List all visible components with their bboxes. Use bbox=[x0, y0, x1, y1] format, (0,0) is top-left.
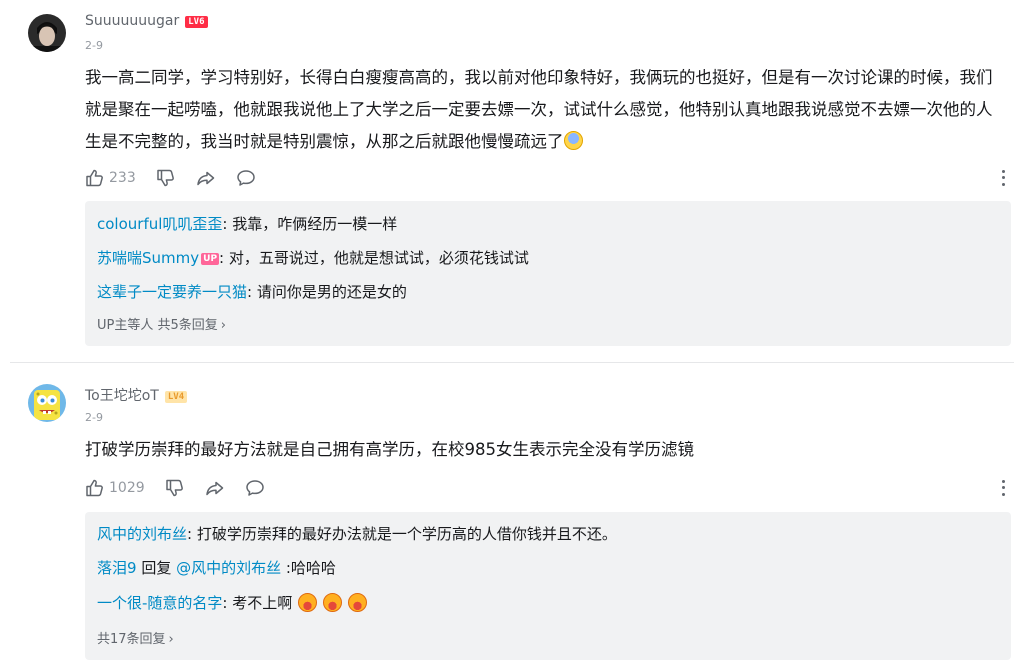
username[interactable]: To王坨坨oT LV4 bbox=[85, 385, 188, 405]
comment-actions: 233 bbox=[85, 166, 276, 190]
share-icon bbox=[205, 481, 223, 496]
comment-actions: 1029 bbox=[85, 476, 285, 500]
like-count: 1029 bbox=[109, 480, 145, 496]
reply-username[interactable]: 一个很-随意的名字 bbox=[97, 594, 222, 612]
reply-text: : 考不上啊 bbox=[222, 594, 293, 612]
comment-content: 我一高二同学，学习特别好，长得白白瘦瘦高高的，我以前对他印象特好，我俩玩的也挺好… bbox=[85, 62, 1005, 158]
comment-date: 2-9 bbox=[85, 411, 103, 424]
avatar[interactable] bbox=[28, 14, 66, 52]
like-button[interactable]: 1029 bbox=[85, 478, 145, 498]
like-count: 233 bbox=[109, 170, 136, 186]
avatar-image bbox=[28, 14, 66, 52]
reply-list: colourful叽叽歪歪: 我靠，咋俩经历一模一样 苏喘喘Summy UP: 对… bbox=[85, 201, 1011, 346]
reply-item: colourful叽叽歪歪: 我靠，咋俩经历一模一样 bbox=[97, 214, 397, 234]
avatar-image bbox=[28, 384, 66, 422]
reply-username[interactable]: colourful叽叽歪歪 bbox=[97, 215, 222, 233]
dislike-button[interactable] bbox=[156, 168, 176, 188]
more-replies-prefix: UP主等人 bbox=[97, 318, 154, 333]
avatar[interactable] bbox=[28, 384, 66, 422]
reply-text: : 我靠，咋俩经历一模一样 bbox=[222, 215, 398, 233]
reply-username[interactable]: 苏喘喘Summy bbox=[97, 249, 199, 267]
reply-button[interactable] bbox=[245, 478, 265, 498]
reply-text: : 对，五哥说过，他就是想试试，必须花钱试试 bbox=[219, 249, 529, 267]
more-replies-count: 共17条回复 bbox=[97, 632, 166, 647]
comment-text: 我一高二同学，学习特别好，长得白白瘦瘦高高的，我以前对他印象特好，我俩玩的也挺好… bbox=[85, 68, 993, 151]
more-icon[interactable] bbox=[1000, 478, 1006, 498]
more-icon[interactable] bbox=[1000, 168, 1006, 188]
thumbs-down-icon bbox=[165, 479, 183, 497]
comment-content: 打破学历崇拜的最好方法就是自己拥有高学历，在校985女生表示完全没有学历滤镜 bbox=[85, 434, 1005, 466]
level-badge: LV4 bbox=[164, 391, 188, 403]
comment-item: To王坨坨oT LV4 2-9 打破学历崇拜的最好方法就是自己拥有高学历，在校98… bbox=[0, 366, 1024, 670]
reply-username[interactable]: 这辈子一定要养一只猫 bbox=[97, 283, 247, 301]
fearful-emoji-icon bbox=[563, 131, 583, 150]
username-text[interactable]: To王坨坨oT bbox=[85, 388, 159, 404]
share-icon bbox=[196, 171, 214, 186]
reply-item: 风中的刘布丝: 打破学历崇拜的最好办法就是一个学历高的人借你钱并且不还。 bbox=[97, 524, 617, 544]
reply-item: 落泪9 回复 @风中的刘布丝 :哈哈哈 bbox=[97, 558, 336, 578]
view-more-replies[interactable]: UP主等人 共5条回复 › bbox=[97, 314, 226, 333]
reply-text: :哈哈哈 bbox=[281, 559, 336, 577]
like-button[interactable]: 233 bbox=[85, 168, 136, 188]
thumbs-up-icon bbox=[86, 479, 103, 497]
thumbs-down-icon bbox=[156, 169, 174, 187]
comment-date: 2-9 bbox=[85, 39, 103, 52]
comment-text: 打破学历崇拜的最好方法就是自己拥有高学历，在校985女生表示完全没有学历滤镜 bbox=[85, 440, 694, 459]
level-badge: LV6 bbox=[185, 16, 208, 28]
mention-link[interactable]: @风中的刘布丝 bbox=[176, 559, 281, 577]
divider bbox=[10, 362, 1014, 363]
dislike-button[interactable] bbox=[165, 478, 185, 498]
up-badge: UP bbox=[201, 253, 220, 265]
reply-username[interactable]: 风中的刘布丝 bbox=[97, 525, 187, 543]
reply-button[interactable] bbox=[236, 168, 256, 188]
reply-item: 苏喘喘Summy UP: 对，五哥说过，他就是想试试，必须花钱试试 bbox=[97, 248, 529, 268]
username-text[interactable]: Suuuuuuugar bbox=[85, 13, 179, 29]
comment-item: Suuuuuuugar LV6 2-9 我一高二同学，学习特别好，长得白白瘦瘦高高… bbox=[0, 0, 1024, 362]
crying-emoji-icon bbox=[298, 593, 318, 612]
reply-item: 这辈子一定要养一只猫: 请问你是男的还是女的 bbox=[97, 282, 407, 302]
chevron-right-icon: › bbox=[220, 318, 226, 333]
reply-username[interactable]: 落泪9 bbox=[97, 559, 137, 577]
username[interactable]: Suuuuuuugar LV6 bbox=[85, 13, 208, 29]
crying-emoji-icon bbox=[348, 593, 368, 612]
reply-text: : 打破学历崇拜的最好办法就是一个学历高的人借你钱并且不还。 bbox=[187, 525, 617, 543]
comment-icon bbox=[245, 480, 264, 496]
reply-list: 风中的刘布丝: 打破学历崇拜的最好办法就是一个学历高的人借你钱并且不还。 落泪9… bbox=[85, 512, 1011, 660]
comment-icon bbox=[236, 170, 255, 186]
share-button[interactable] bbox=[196, 168, 216, 188]
more-replies-count: 共5条回复 bbox=[157, 318, 218, 333]
reply-text: : 请问你是男的还是女的 bbox=[247, 283, 407, 301]
share-button[interactable] bbox=[205, 478, 225, 498]
reply-word: 回复 bbox=[136, 559, 177, 577]
crying-emoji-icon bbox=[323, 593, 343, 612]
thumbs-up-icon bbox=[86, 169, 103, 187]
view-more-replies[interactable]: 共17条回复 › bbox=[97, 628, 174, 647]
chevron-right-icon: › bbox=[168, 632, 174, 647]
reply-item: 一个很-随意的名字: 考不上啊 bbox=[97, 593, 368, 613]
